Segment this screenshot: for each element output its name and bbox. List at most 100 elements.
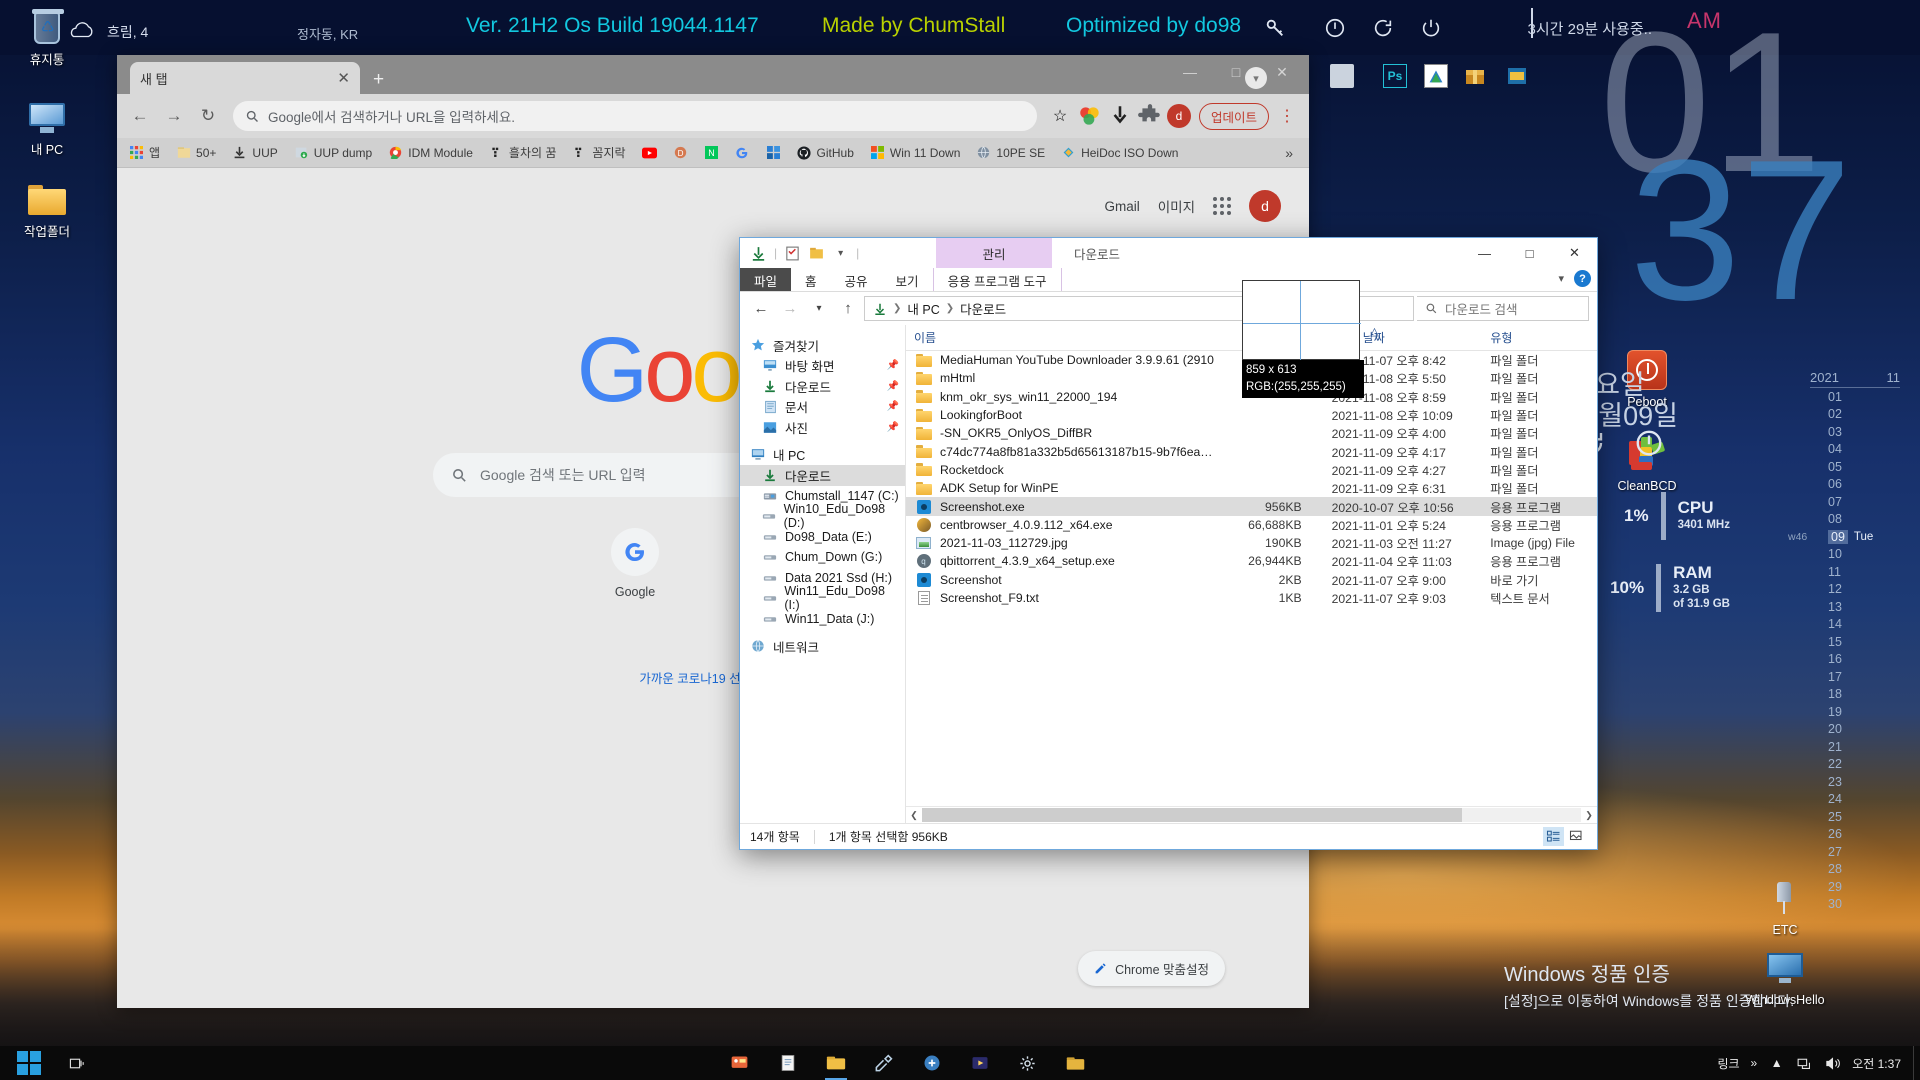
google-account-avatar[interactable]: d (1249, 190, 1281, 222)
update-button[interactable]: 업데이트 (1198, 102, 1269, 130)
file-explorer-window[interactable]: | ▾ | 관리 다운로드 — □ ✕ 파일 홈 공유 보기 응용 프로그램 도… (739, 237, 1598, 850)
table-row[interactable]: ADK Setup for WinPE 2021-11-09 오후 6:31 파일 … (906, 479, 1597, 497)
bookmark-item[interactable]: N (698, 142, 725, 163)
ribbon-tab-file[interactable]: 파일 (740, 268, 792, 291)
search-input[interactable]: 다운로드 검색 (1417, 296, 1589, 321)
ntp-link-images[interactable]: 이미지 (1158, 196, 1195, 216)
desktop-icon-work-folder[interactable]: 작업폴더 (4, 178, 90, 240)
nav-item-다운로드[interactable]: 다운로드 (740, 465, 905, 486)
taskbar-clock[interactable]: 오전 1:37 (1852, 1055, 1901, 1072)
pin-icon[interactable]: 📌 (887, 422, 899, 433)
breadcrumb-item-my-pc[interactable]: 내 PC (907, 299, 939, 318)
tray-label[interactable]: 링크 (1717, 1055, 1739, 1072)
idm-download-icon[interactable] (1107, 103, 1133, 129)
maximize-button[interactable]: □ (1507, 238, 1552, 268)
bookmarks-bar[interactable]: 앱 50+ UUP UUP dump IDM Module 흘차의 꿈 꼼지락 D N GitHu… (117, 138, 1309, 168)
omnibox[interactable]: Google에서 검색하거나 URL을 입력하세요. (233, 101, 1037, 131)
desktop-icon-recycle-bin[interactable]: 휴지통 (4, 6, 90, 68)
quick-access-toolbar[interactable]: | ▾ | (740, 245, 859, 262)
explorer-address-bar[interactable]: ← → ▾ ↑ ❯ 내 PC ❯ 다운로드 다운로드 검색 (740, 292, 1597, 325)
nav-item-사진[interactable]: 사진 📌 (740, 417, 905, 438)
nav-group-네트워크[interactable]: 네트워크 (740, 636, 905, 657)
reload-button[interactable]: ↻ (193, 101, 223, 131)
help-icon[interactable]: ? (1574, 270, 1591, 287)
show-hidden-icons-icon[interactable]: ▲ (1768, 1055, 1785, 1072)
avatar[interactable]: d (1166, 104, 1191, 128)
nav-item-Win11_Edu_Do98 (I:)[interactable]: Win11_Edu_Do98 (I:) (740, 584, 905, 612)
close-icon[interactable]: ✕ (337, 69, 350, 87)
view-mode-buttons[interactable] (1543, 827, 1587, 846)
bookmark-item[interactable]: 흘차의 꿈 (483, 141, 563, 164)
bookmarks-overflow-icon[interactable]: » (1275, 145, 1303, 161)
scrollbar-thumb[interactable] (922, 808, 1463, 822)
customize-chrome-button[interactable]: Chrome 맞춤설정 (1078, 951, 1225, 986)
scroll-left-icon[interactable]: ❮ (906, 810, 922, 821)
bookmark-item[interactable]: 10PE SE (970, 142, 1051, 163)
chrome-toolbar[interactable]: ← → ↻ Google에서 검색하거나 URL을 입력하세요. ☆ d 업데이… (117, 94, 1309, 138)
horizontal-scrollbar[interactable]: ❮ ❯ (906, 806, 1597, 823)
table-row[interactable]: -SN_OKR5_OnlyOS_DiffBR 2021-11-09 오후 4:00… (906, 424, 1597, 442)
nav-group-즐겨찾기[interactable]: 즐겨찾기 (740, 335, 905, 356)
ribbon-tab-view[interactable]: 보기 (882, 268, 933, 291)
bookmark-item[interactable]: GitHub (791, 142, 860, 163)
settings-icon[interactable] (1015, 1050, 1041, 1076)
folder-icon[interactable] (823, 1050, 849, 1080)
restart-icon[interactable] (1370, 15, 1396, 41)
file-list-pane[interactable]: 이름 수정한 날짜 △ 유형 MediaHuman YouTube Downlo… (906, 325, 1597, 823)
ribbon-right-controls[interactable]: ▾ ? (1558, 270, 1591, 287)
table-row[interactable]: Screenshot.exe 956KB 2020-10-07 오후 10:56 응용… (906, 497, 1597, 516)
shutdown-icon[interactable] (1418, 15, 1444, 41)
chrome-tab-new-tab[interactable]: 새 탭 ✕ (130, 62, 360, 94)
minimize-button[interactable]: — (1167, 55, 1213, 89)
power-icon[interactable] (1634, 428, 1664, 458)
app-icon[interactable] (919, 1050, 945, 1076)
minimize-button[interactable]: — (1462, 238, 1507, 268)
back-button[interactable]: ← (125, 101, 155, 131)
pin-icon[interactable]: 📌 (887, 401, 899, 412)
scroll-right-icon[interactable]: ❯ (1581, 810, 1597, 821)
nav-item-Chum_Down (G:)[interactable]: Chum_Down (G:) (740, 547, 905, 568)
bookmark-item[interactable]: 50+ (170, 142, 222, 163)
bookmark-item[interactable] (729, 142, 756, 163)
bookmark-item[interactable]: UUP (226, 142, 283, 163)
maximize-button[interactable]: □ (1213, 55, 1259, 89)
nav-item-바탕 화면[interactable]: 바탕 화면 📌 (740, 356, 905, 377)
nav-item-Win10_Edu_Do98 (D:)[interactable]: Win10_Edu_Do98 (D:) (740, 502, 905, 530)
bookmark-item[interactable]: Win 11 Down (864, 142, 966, 163)
bookmark-item[interactable] (760, 142, 787, 163)
up-button[interactable]: ↑ (835, 296, 861, 322)
key-icon[interactable] (1262, 15, 1288, 41)
bookmark-item[interactable]: 앱 (123, 141, 166, 164)
table-row[interactable]: Screenshot 2KB 2021-11-07 오후 9:00 바로 가기 (906, 571, 1597, 589)
system-tray[interactable]: 링크 » ▲ 오전 1:37 (1717, 1055, 1913, 1072)
nav-item-다운로드[interactable]: 다운로드 📌 (740, 376, 905, 397)
power-options-icon[interactable] (1322, 15, 1348, 41)
windows-start-icon[interactable] (2, 1048, 56, 1078)
chevron-down-icon[interactable]: ▾ (1558, 272, 1564, 285)
ribbon-tab-share[interactable]: 공유 (831, 268, 882, 291)
column-header-type[interactable]: 유형 (1482, 329, 1597, 346)
customize-dropdown-icon[interactable]: ▾ (832, 245, 849, 262)
table-row[interactable]: LookingforBoot 2021-11-08 오후 10:09 파일 폴더 (906, 406, 1597, 424)
bookmark-item[interactable]: HeiDoc ISO Down (1055, 142, 1184, 163)
explorer-ribbon-tabs[interactable]: 파일 홈 공유 보기 응용 프로그램 도구 ▾ ? (740, 268, 1597, 292)
photoshop-icon[interactable]: Ps (1383, 64, 1407, 88)
table-row[interactable]: c74dc774a8fb81a332b5d65613187b15-9b7f6ea… (906, 442, 1597, 460)
network-icon[interactable] (1796, 1055, 1813, 1072)
chrome-tab-strip[interactable]: 새 탭 ✕ + ▾ — □ ✕ (117, 55, 1309, 94)
ribbon-tab-home[interactable]: 홈 (791, 268, 831, 291)
google-apps-icon[interactable] (1213, 197, 1231, 215)
properties-icon[interactable] (784, 245, 801, 262)
close-button[interactable]: ✕ (1552, 238, 1597, 268)
extensions-puzzle-icon[interactable] (1137, 103, 1163, 129)
table-row[interactable]: Screenshot_F9.txt 1KB 2021-11-07 오후 9:03 텍스… (906, 589, 1597, 607)
task-view-icon[interactable] (56, 1048, 98, 1078)
bookmark-item[interactable]: 꼼지락 (566, 141, 631, 164)
table-row[interactable]: Rocketdock 2021-11-09 오후 4:27 파일 폴더 (906, 461, 1597, 479)
downloads-icon[interactable] (750, 245, 767, 262)
bookmark-item[interactable]: UUP dump (288, 142, 378, 163)
volume-icon[interactable] (1824, 1055, 1841, 1072)
bookmark-item[interactable]: IDM Module (382, 142, 479, 163)
shortcut-google[interactable]: Google (585, 528, 685, 599)
navigation-pane[interactable]: 즐겨찾기 바탕 화면 📌 다운로드 📌 문서 📌 사진 📌 내 PC 다운로드 Chumstall_1… (740, 325, 906, 823)
